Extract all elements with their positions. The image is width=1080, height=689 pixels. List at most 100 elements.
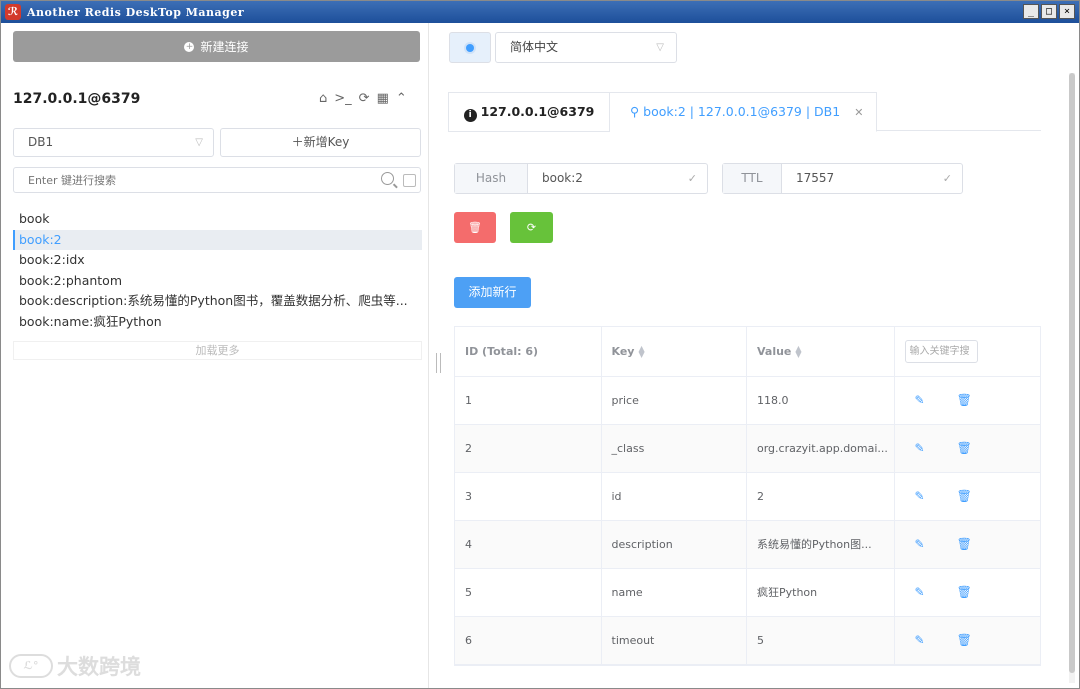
column-header-key[interactable]: Key ▲ ▼ [602, 327, 747, 377]
app-logo-icon: ℛ [5, 4, 21, 20]
column-header-value[interactable]: Value ▲ ▼ [747, 327, 895, 377]
table-body: 1 price 118.0 ✎ 🗑 2 _class org.crazyit.app.doma… [455, 377, 1040, 665]
edit-icon[interactable]: ✎ [915, 377, 925, 424]
cell-key: description [602, 521, 747, 569]
info-icon: i [463, 109, 477, 122]
watermark-text: 大数跨境 [57, 655, 141, 679]
tab-connection-status[interactable]: i 127.0.0.1@6379 [448, 92, 610, 132]
refresh-icon: ⟳ [526, 221, 537, 234]
db-select-value: DB1 [28, 135, 54, 149]
key-item[interactable]: book:2:idx [13, 250, 422, 271]
panel-splitter-handle[interactable] [436, 353, 441, 373]
add-row-button[interactable]: 添加新行 [454, 277, 531, 308]
close-tab-icon[interactable]: ✕ [854, 106, 863, 119]
hash-table: ID (Total: 6) Key ▲ ▼ Value ▲ ▼ 输入关键字搜 1 pric… [454, 326, 1041, 666]
cell-value: 系统易懂的Python图... [747, 521, 895, 569]
connection-toolbar: ⌂ >_ ⟳ ▦ ⌃ [319, 91, 407, 106]
home-icon[interactable]: ⌂ [319, 91, 327, 106]
watermark-logo-icon: ℒ° [9, 654, 53, 678]
cell-id: 6 [455, 617, 602, 665]
maximize-button[interactable]: □ [1041, 4, 1057, 19]
trash-icon[interactable]: 🗑 [957, 425, 972, 472]
color-dot-icon [466, 43, 474, 52]
connection-sidebar: + 新建连接 127.0.0.1@6379 ⌂ >_ ⟳ ▦ ⌃ DB1 ▽ ＋… [1, 23, 429, 688]
check-icon[interactable]: ✓ [688, 164, 697, 193]
trash-icon[interactable]: 🗑 [957, 473, 972, 520]
title-bar: ℛ Another Redis DeskTop Manager _ □ × [1, 1, 1079, 23]
key-type-label: Hash [455, 164, 528, 193]
key-item[interactable]: book [13, 209, 422, 230]
column-header-actions: 输入关键字搜 [895, 327, 1041, 377]
cell-actions: ✎ 🗑 [895, 425, 1041, 473]
table-row: 4 description 系统易懂的Python图... ✎ 🗑 [455, 521, 1040, 569]
search-icon[interactable] [381, 172, 394, 185]
scrollbar-thumb[interactable] [1069, 73, 1075, 673]
tab-label: book:2 | 127.0.0.1@6379 | DB1 [643, 104, 841, 119]
key-list: book book:2 book:2:idx book:2:phantom bo… [13, 209, 422, 332]
edit-icon[interactable]: ✎ [915, 521, 925, 568]
cell-id: 5 [455, 569, 602, 617]
cell-id: 4 [455, 521, 602, 569]
cell-value: 118.0 [747, 377, 895, 425]
add-key-button[interactable]: ＋新增Key [220, 128, 421, 157]
refresh-key-button[interactable]: ⟳ [510, 212, 553, 243]
load-more-button[interactable]: 加载更多 [13, 341, 422, 360]
cell-id: 1 [455, 377, 602, 425]
key-item[interactable]: book:description:系统易懂的Python图书，覆盖数据分析、爬虫… [13, 291, 422, 312]
chevron-up-icon[interactable]: ⌃ [396, 91, 407, 106]
table-row: 1 price 118.0 ✎ 🗑 [455, 377, 1040, 425]
table-row: 2 _class org.crazyit.app.domai... ✎ 🗑 [455, 425, 1040, 473]
refresh-icon[interactable]: ⟳ [359, 91, 370, 106]
sort-icon[interactable]: ▲ ▼ [638, 345, 644, 359]
connection-name[interactable]: 127.0.0.1@6379 [13, 91, 140, 107]
check-icon[interactable]: ✓ [943, 164, 952, 193]
trash-icon[interactable]: 🗑 [957, 617, 972, 664]
sort-icon[interactable]: ▲ ▼ [795, 345, 801, 359]
close-button[interactable]: × [1059, 4, 1075, 19]
delete-key-button[interactable]: 🗑 [454, 212, 496, 243]
key-item[interactable]: book:name:疯狂Python [13, 312, 422, 333]
grid-icon[interactable]: ▦ [377, 91, 389, 106]
trash-icon[interactable]: 🗑 [957, 521, 972, 568]
cell-id: 3 [455, 473, 602, 521]
cell-key: timeout [602, 617, 747, 665]
terminal-icon[interactable]: >_ [334, 91, 351, 106]
trash-icon: 🗑 [468, 221, 482, 234]
cell-value: 2 [747, 473, 895, 521]
key-item-selected[interactable]: book:2 [13, 229, 422, 250]
minimize-button[interactable]: _ [1023, 4, 1039, 19]
key-item[interactable]: book:2:phantom [13, 271, 422, 292]
table-row: 3 id 2 ✎ 🗑 [455, 473, 1040, 521]
watermark: ℒ° 大数跨境 [9, 651, 141, 681]
edit-icon[interactable]: ✎ [915, 425, 925, 472]
theme-color-button[interactable] [449, 32, 491, 63]
column-header-id: ID (Total: 6) [455, 327, 602, 377]
edit-icon[interactable]: ✎ [915, 569, 925, 616]
ttl-field: TTL 17557 ✓ [722, 163, 963, 194]
table-header: ID (Total: 6) Key ▲ ▼ Value ▲ ▼ 输入关键字搜 [455, 327, 1040, 377]
exact-search-checkbox[interactable] [403, 174, 416, 187]
cell-key: price [602, 377, 747, 425]
key-name-input[interactable]: book:2 ✓ [528, 164, 707, 193]
language-select[interactable]: 简体中文 ▽ [495, 32, 677, 63]
window-title: Another Redis DeskTop Manager [27, 5, 245, 19]
tab-key-detail[interactable]: ⚲ book:2 | 127.0.0.1@6379 | DB1 ✕ [610, 92, 877, 132]
chevron-down-icon: ▽ [195, 137, 203, 148]
edit-icon[interactable]: ✎ [915, 617, 925, 664]
trash-icon[interactable]: 🗑 [957, 569, 972, 616]
new-connection-label: 新建连接 [200, 40, 249, 54]
new-connection-button[interactable]: + 新建连接 [13, 31, 420, 62]
table-row: 5 name 疯狂Python ✎ 🗑 [455, 569, 1040, 617]
edit-icon[interactable]: ✎ [915, 473, 925, 520]
trash-icon[interactable]: 🗑 [957, 377, 972, 424]
ttl-label: TTL [723, 164, 782, 193]
chevron-down-icon: ▽ [656, 42, 664, 53]
db-select[interactable]: DB1 ▽ [13, 128, 214, 157]
key-search-input[interactable] [14, 168, 354, 192]
cell-key: name [602, 569, 747, 617]
keyword-filter-input[interactable]: 输入关键字搜 [904, 340, 978, 363]
cell-actions: ✎ 🗑 [895, 473, 1041, 521]
cell-actions: ✎ 🗑 [895, 569, 1041, 617]
app-window: ℛ Another Redis DeskTop Manager _ □ × + … [0, 0, 1080, 689]
ttl-input[interactable]: 17557 ✓ [782, 164, 962, 193]
